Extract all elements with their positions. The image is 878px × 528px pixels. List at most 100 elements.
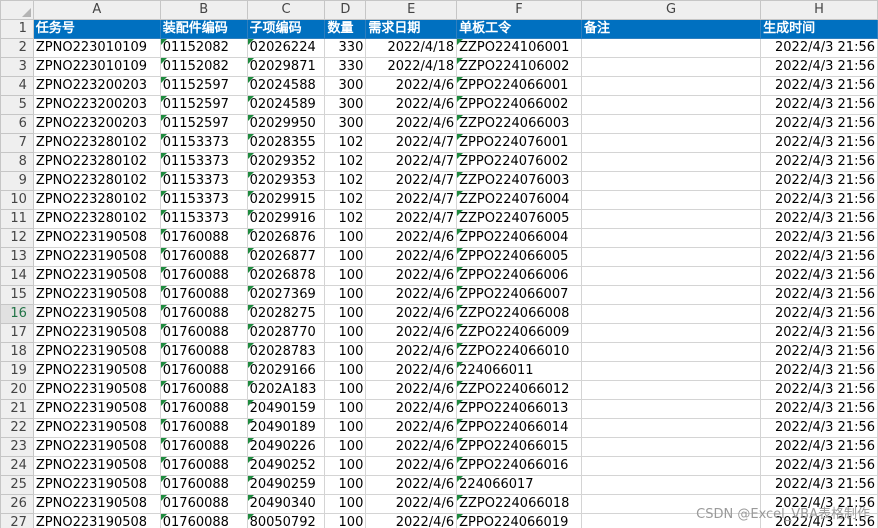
cell[interactable]: ZPNO223190508 (32, 361, 161, 381)
cell[interactable]: 01153373 (159, 171, 248, 191)
cell[interactable]: 0202A183 (246, 380, 326, 400)
cell[interactable]: 02029916 (246, 209, 326, 229)
row-number[interactable]: 22 (0, 418, 34, 438)
cell[interactable]: 2022/4/6 (365, 266, 458, 286)
header-cell[interactable]: 备注 (580, 19, 762, 39)
cell[interactable]: 2022/4/3 21:56 (760, 399, 878, 419)
cell[interactable]: ZPNO223190508 (32, 228, 161, 248)
cell[interactable] (580, 247, 762, 267)
cell[interactable]: ZPNO223190508 (32, 418, 161, 438)
cell[interactable]: ZPPO224076001 (456, 133, 582, 153)
cell[interactable]: 02029352 (246, 152, 326, 172)
cell[interactable]: 2022/4/6 (365, 361, 458, 381)
cell[interactable]: 2022/4/3 21:56 (760, 437, 878, 457)
cell[interactable]: 01760088 (159, 399, 248, 419)
cell[interactable]: 01153373 (159, 133, 248, 153)
cell[interactable]: 2022/4/7 (365, 171, 458, 191)
row-number[interactable]: 16 (0, 304, 34, 324)
cell[interactable]: ZPNO223190508 (32, 399, 161, 419)
row-number[interactable]: 5 (0, 95, 34, 115)
cell[interactable]: ZZPO224106002 (456, 57, 582, 77)
cell[interactable]: 100 (324, 342, 367, 362)
header-cell[interactable]: 生成时间 (760, 19, 878, 39)
row-number[interactable]: 19 (0, 361, 34, 381)
cell[interactable]: 100 (324, 323, 367, 343)
cell[interactable]: 02027369 (246, 285, 326, 305)
cell[interactable]: 2022/4/6 (365, 494, 458, 514)
cell[interactable]: 100 (324, 285, 367, 305)
cell[interactable]: 100 (324, 399, 367, 419)
cell[interactable]: ZPPO224066014 (456, 418, 582, 438)
cell[interactable]: 102 (324, 209, 367, 229)
cell[interactable]: 02029166 (246, 361, 326, 381)
cell[interactable] (580, 456, 762, 476)
cell[interactable]: 20490226 (246, 437, 326, 457)
cell[interactable] (580, 361, 762, 381)
cell[interactable]: 2022/4/3 21:56 (760, 304, 878, 324)
row-number[interactable]: 3 (0, 57, 34, 77)
cell[interactable]: ZPPO224066004 (456, 228, 582, 248)
cell[interactable]: 20490159 (246, 399, 326, 419)
cell[interactable]: 01760088 (159, 228, 248, 248)
cell[interactable]: 02028355 (246, 133, 326, 153)
cell[interactable]: 300 (324, 95, 367, 115)
row-number[interactable]: 15 (0, 285, 34, 305)
header-cell[interactable]: 装配件编码 (159, 19, 248, 39)
cell[interactable] (580, 228, 762, 248)
column-header-c[interactable]: C (246, 0, 326, 20)
cell[interactable]: ZPNO223190508 (32, 494, 161, 514)
cell[interactable]: 02026877 (246, 247, 326, 267)
cell[interactable]: 01152597 (159, 76, 248, 96)
cell[interactable]: 01760088 (159, 304, 248, 324)
cell[interactable]: ZZPO224066008 (456, 304, 582, 324)
cell[interactable]: ZZPO224066009 (456, 323, 582, 343)
cell[interactable]: ZPNO223010109 (32, 38, 161, 58)
cell[interactable]: 2022/4/6 (365, 323, 458, 343)
cell[interactable]: 01760088 (159, 475, 248, 495)
cell[interactable]: ZPNO223200203 (32, 114, 161, 134)
cell[interactable]: ZPNO223190508 (32, 437, 161, 457)
cell[interactable]: ZPPO224066002 (456, 95, 582, 115)
cell[interactable] (580, 114, 762, 134)
cell[interactable]: 02029950 (246, 114, 326, 134)
cell[interactable]: ZPNO223280102 (32, 171, 161, 191)
cell[interactable]: 102 (324, 190, 367, 210)
cell[interactable]: 2022/4/6 (365, 475, 458, 495)
cell[interactable]: 100 (324, 513, 367, 528)
cell[interactable]: 2022/4/3 21:56 (760, 380, 878, 400)
cell[interactable] (580, 342, 762, 362)
cell[interactable]: 2022/4/3 21:56 (760, 285, 878, 305)
row-number[interactable]: 27 (0, 513, 34, 528)
header-cell[interactable]: 需求日期 (365, 19, 458, 39)
cell[interactable]: ZPNO223190508 (32, 342, 161, 362)
cell[interactable]: 01760088 (159, 456, 248, 476)
cell[interactable]: 02024588 (246, 76, 326, 96)
cell[interactable]: 2022/4/3 21:56 (760, 133, 878, 153)
cell[interactable]: 2022/4/3 21:56 (760, 247, 878, 267)
cell[interactable]: 2022/4/3 21:56 (760, 456, 878, 476)
cell[interactable]: ZPNO223280102 (32, 152, 161, 172)
cell[interactable]: ZPNO223190508 (32, 285, 161, 305)
row-number[interactable]: 9 (0, 171, 34, 191)
cell[interactable]: 2022/4/3 21:56 (760, 361, 878, 381)
header-cell[interactable]: 任务号 (32, 19, 161, 39)
cell[interactable] (580, 38, 762, 58)
cell[interactable]: ZPNO223010109 (32, 57, 161, 77)
row-number[interactable]: 2 (0, 38, 34, 58)
cell[interactable]: 01760088 (159, 380, 248, 400)
cell[interactable]: ZZPO224076005 (456, 209, 582, 229)
header-cell[interactable]: 单板工令 (456, 19, 582, 39)
row-number[interactable]: 1 (0, 19, 34, 39)
cell[interactable]: 20490189 (246, 418, 326, 438)
cell[interactable]: 01760088 (159, 247, 248, 267)
column-header-g[interactable]: G (580, 0, 762, 20)
cell[interactable]: 300 (324, 114, 367, 134)
row-number[interactable]: 12 (0, 228, 34, 248)
cell[interactable]: 330 (324, 38, 367, 58)
cell[interactable]: 102 (324, 171, 367, 191)
row-number[interactable]: 17 (0, 323, 34, 343)
cell[interactable]: 224066011 (456, 361, 582, 381)
row-number[interactable]: 20 (0, 380, 34, 400)
cell[interactable] (580, 418, 762, 438)
cell[interactable]: 02026878 (246, 266, 326, 286)
